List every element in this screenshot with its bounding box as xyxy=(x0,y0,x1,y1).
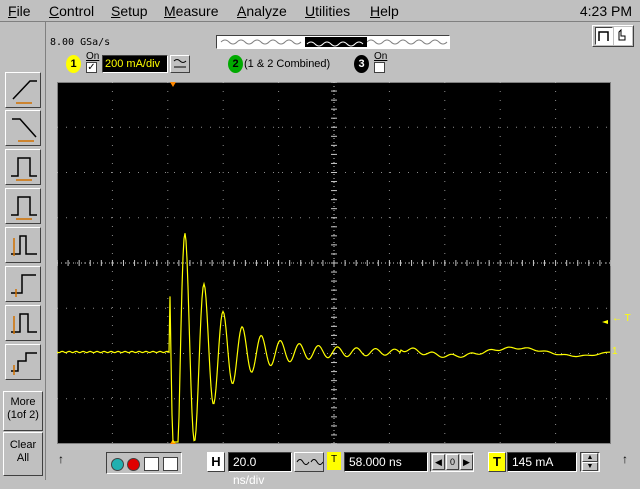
rising-edge-trigger-icon xyxy=(12,80,37,104)
trigger-position-marker-top xyxy=(170,82,176,87)
horizontal-wave-icon xyxy=(296,459,324,465)
channel-2-badge[interactable]: 2 xyxy=(228,55,243,73)
runt-trigger-icon xyxy=(11,274,36,297)
channel-1-on-label: On xyxy=(86,51,100,62)
timeout-trigger-button[interactable] xyxy=(5,305,41,341)
single-run-icon[interactable] xyxy=(111,458,124,471)
run-stop-icon[interactable] xyxy=(127,458,140,471)
pulse-width-lt-trigger-icon xyxy=(11,196,37,220)
time-per-div-field[interactable]: 20.0 ns/div xyxy=(228,452,292,487)
menu-file[interactable]: File xyxy=(8,3,31,19)
trigger-level-field[interactable]: 145 mA xyxy=(507,452,577,472)
clear-all-button[interactable]: Clear All xyxy=(3,432,43,476)
timeout-trigger-icon xyxy=(11,313,37,334)
rising-edge-trigger-button[interactable] xyxy=(5,72,41,108)
trigger-toolbar: More (1of 2) Clear All xyxy=(0,22,46,480)
falling-edge-trigger-icon xyxy=(12,118,37,142)
horizontal-badge[interactable]: H xyxy=(207,452,225,472)
print-icon[interactable] xyxy=(163,457,178,471)
acquisition-tools xyxy=(106,452,182,474)
menu-utilities[interactable]: Utilities xyxy=(305,3,350,19)
more-button[interactable]: More (1of 2) xyxy=(3,391,43,431)
channel-2-label: (1 & 2 Combined) xyxy=(244,58,331,70)
menu-measure[interactable]: Measure xyxy=(164,3,218,19)
clock: 4:23 PM xyxy=(579,3,632,19)
horizontal-position-field[interactable]: 58.000 ns xyxy=(344,452,428,472)
position-control: ◀ 0 ▶ xyxy=(430,452,474,472)
trigger-level-marker: ← T xyxy=(612,313,631,324)
menu-help[interactable]: Help xyxy=(370,3,399,19)
overview-window[interactable] xyxy=(305,37,367,47)
menu-analyze[interactable]: Analyze xyxy=(237,3,287,19)
channel-1-ground-marker: 1 xyxy=(612,346,618,357)
trigger-level-spinner: ▲ ▼ xyxy=(580,452,600,472)
channel-1-coupling-button[interactable] xyxy=(170,55,190,73)
pulse-width-trigger-button[interactable] xyxy=(5,149,41,185)
scroll-up-left-icon[interactable]: ↑ xyxy=(58,452,64,466)
autoscale-icon[interactable] xyxy=(144,457,159,471)
all-label: All xyxy=(16,452,30,464)
menu-bar: File Control Setup Measure Analyze Utili… xyxy=(0,0,640,22)
waveform-graph xyxy=(57,82,611,444)
more-page-label: (1of 2) xyxy=(7,409,39,421)
glitch-trigger-button[interactable] xyxy=(5,227,41,263)
clear-label: Clear xyxy=(9,439,37,451)
scroll-up-right-icon[interactable]: ↑ xyxy=(622,452,628,466)
position-right-icon[interactable]: ▶ xyxy=(460,454,473,470)
channel-1-on-checkbox[interactable]: ✓ xyxy=(86,62,97,73)
waveform-overview[interactable] xyxy=(216,35,450,49)
overview-window-wave-icon xyxy=(306,41,364,47)
horizontal-mode-buttons[interactable] xyxy=(294,452,324,472)
menu-control[interactable]: Control xyxy=(49,3,94,19)
trigger-reference-icon[interactable]: T xyxy=(327,452,341,470)
channel-1-scale-field[interactable]: 200 mA/div xyxy=(102,55,168,73)
waveform-display[interactable] xyxy=(57,82,611,444)
channel-3-badge[interactable]: 3 xyxy=(354,55,369,73)
channel-3-on-checkbox[interactable] xyxy=(374,62,385,73)
trigger-badge[interactable]: T xyxy=(488,452,506,472)
pointer-mode-icon[interactable] xyxy=(614,27,632,45)
transition-trigger-icon xyxy=(11,352,37,375)
channel-1-badge[interactable]: 1 xyxy=(66,55,81,73)
run-mode-control[interactable] xyxy=(592,25,634,47)
falling-edge-trigger-button[interactable] xyxy=(5,110,41,146)
position-left-icon[interactable]: ◀ xyxy=(432,454,445,470)
pulse-width-trigger-icon xyxy=(11,157,37,181)
trigger-level-arrow xyxy=(602,320,608,324)
menu-setup[interactable]: Setup xyxy=(111,3,148,19)
sample-rate: 8.00 GSa/s xyxy=(50,37,111,48)
runt-trigger-button[interactable] xyxy=(5,266,41,302)
glitch-trigger-icon xyxy=(11,235,37,256)
more-label: More xyxy=(10,396,36,408)
channel-3-on-label: On xyxy=(374,51,388,62)
spin-down-icon[interactable]: ▼ xyxy=(582,462,598,471)
spin-up-icon[interactable]: ▲ xyxy=(582,453,598,462)
coupling-icon xyxy=(173,59,187,68)
pulse-width-lt-trigger-button[interactable] xyxy=(5,188,41,224)
position-zero-button[interactable]: 0 xyxy=(446,454,459,470)
run-mode-pulse-icon[interactable] xyxy=(595,27,613,45)
transition-trigger-button[interactable] xyxy=(5,344,41,380)
